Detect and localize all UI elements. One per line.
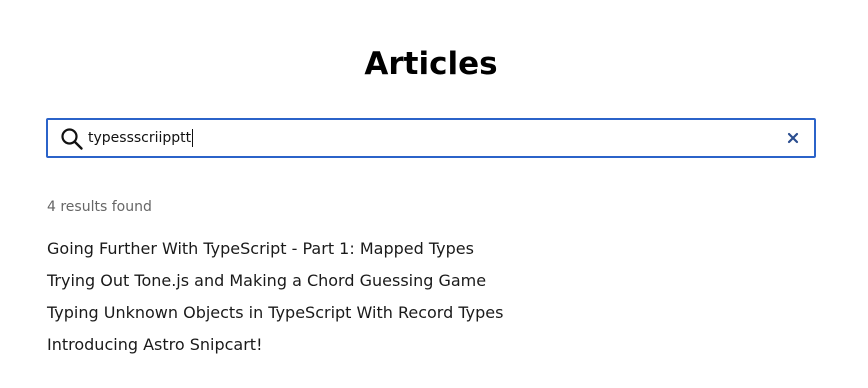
results-list: Going Further With TypeScript - Part 1: …: [47, 238, 503, 366]
text-caret: [192, 129, 194, 147]
close-icon[interactable]: [784, 129, 802, 147]
article-link[interactable]: Introducing Astro Snipcart!: [47, 335, 263, 354]
list-item: Typing Unknown Objects in TypeScript Wit…: [47, 302, 503, 334]
list-item: Introducing Astro Snipcart!: [47, 334, 503, 366]
page-title: Articles: [364, 46, 498, 82]
article-link[interactable]: Going Further With TypeScript - Part 1: …: [47, 239, 474, 258]
list-item: Trying Out Tone.js and Making a Chord Gu…: [47, 270, 503, 302]
search-icon: [60, 127, 84, 151]
article-link[interactable]: Trying Out Tone.js and Making a Chord Gu…: [47, 271, 486, 290]
results-count: 4 results found: [47, 199, 152, 215]
article-link[interactable]: Typing Unknown Objects in TypeScript Wit…: [47, 303, 503, 322]
list-item: Going Further With TypeScript - Part 1: …: [47, 238, 503, 270]
search-input[interactable]: [88, 120, 768, 156]
search-box[interactable]: [46, 118, 816, 158]
